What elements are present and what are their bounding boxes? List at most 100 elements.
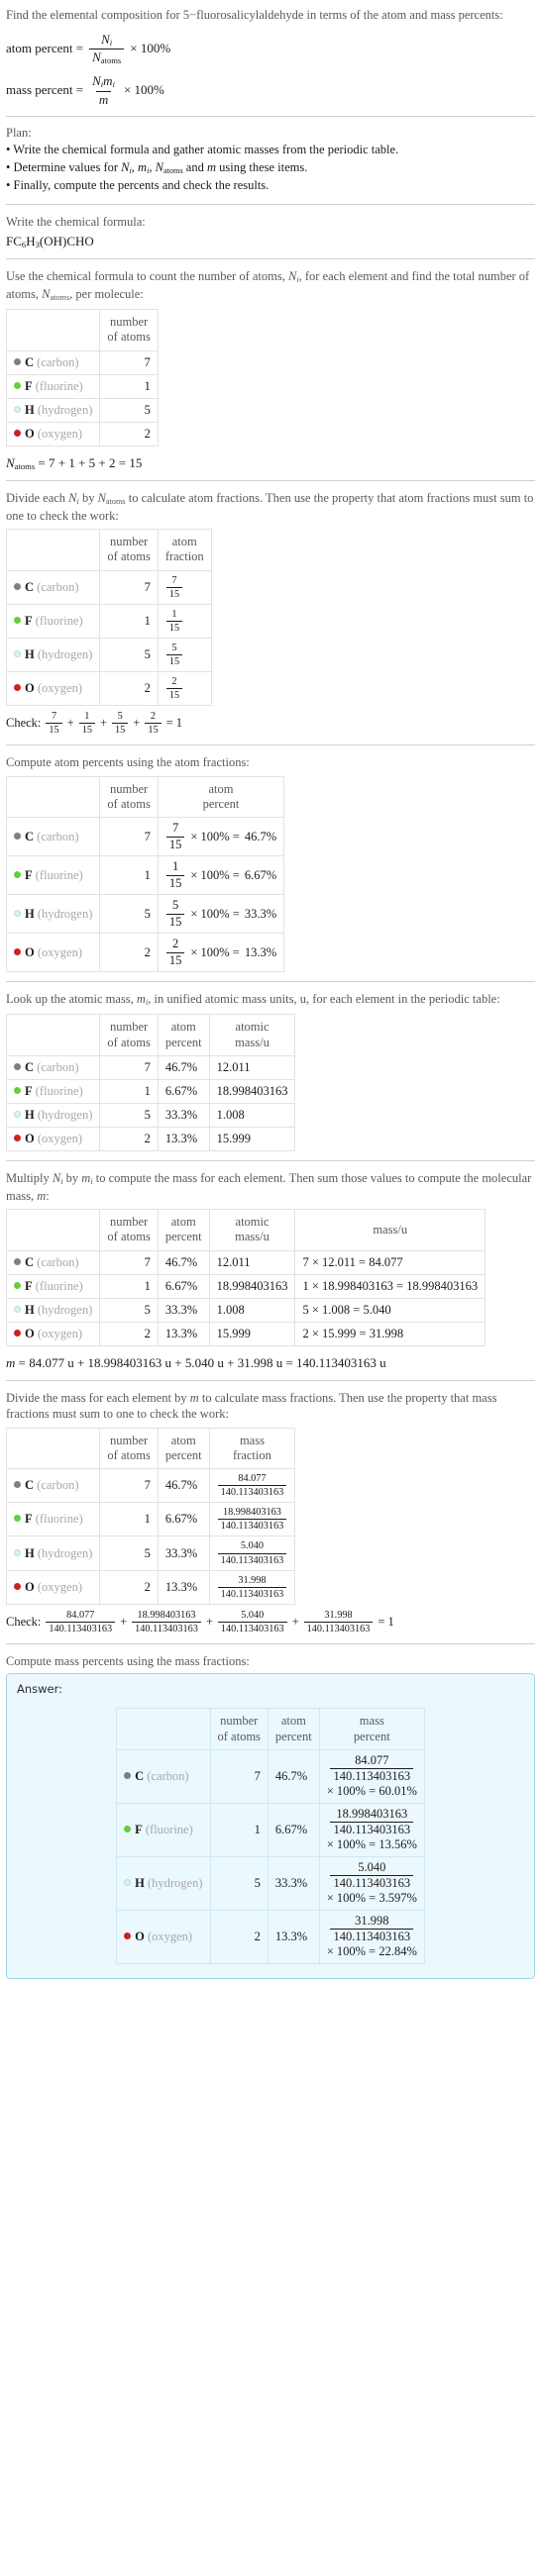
element-color-dot-icon bbox=[14, 381, 21, 389]
check-den: 15 bbox=[46, 723, 62, 736]
mass-fraction-C: 84.077 140.113403163 bbox=[208, 1468, 296, 1504]
element-color-dot-icon bbox=[14, 405, 21, 413]
element-name: (carbon) bbox=[37, 829, 79, 843]
element-symbol: O bbox=[25, 681, 35, 696]
mass-expression-F: 1 × 18.998403163 = 18.998403163 bbox=[294, 1273, 487, 1299]
atom-fraction-C: 7 15 bbox=[157, 569, 212, 605]
mass-expression-O: 2 × 15.999 = 31.998 bbox=[294, 1321, 487, 1346]
row-element-H: H (hydrogen) bbox=[5, 1102, 101, 1128]
atom-count-C: 7 bbox=[99, 569, 159, 605]
atomic-mass-H: 1.008 bbox=[208, 1297, 296, 1323]
table-row: H (hydrogen) 5 5 15 × 100% = 33.3% bbox=[5, 894, 285, 935]
element-symbol: C bbox=[135, 1768, 145, 1783]
atom-percent-calc-H: 5 15 × 100% = 33.3% bbox=[157, 894, 285, 935]
element-name: (fluorine) bbox=[35, 1512, 83, 1527]
row-element-H: H (hydrogen) bbox=[5, 894, 101, 935]
row-element-H: H (hydrogen) bbox=[5, 397, 101, 423]
mi-symbol: m bbox=[103, 73, 113, 89]
fraction-denominator: 140.113403163 bbox=[330, 1822, 414, 1837]
element-name: (oxygen) bbox=[37, 1579, 82, 1594]
atom-percent-prompt: Compute atom percents using the atom fra… bbox=[6, 755, 250, 770]
atom-fraction-F: 1 15 bbox=[157, 603, 212, 639]
table-row: F (fluorine) 1 6.67% 18.998403163 1 × 18… bbox=[5, 1273, 487, 1299]
element-color-dot-icon bbox=[124, 1825, 132, 1833]
col-element bbox=[5, 1427, 101, 1470]
fraction-denominator: 140.113403163 bbox=[217, 1586, 287, 1600]
atom-percent-F: 6.67% bbox=[157, 1078, 210, 1104]
mass-percent-calc-H: 5.040 140.113403163 × 100% = 3.597% bbox=[318, 1855, 425, 1911]
times-100: × 100% = bbox=[190, 829, 240, 843]
atom-percent-value: 33.3% bbox=[244, 906, 277, 921]
element-symbol: C bbox=[25, 1478, 35, 1493]
check-num: 2 bbox=[150, 711, 157, 723]
divider bbox=[6, 1642, 535, 1644]
mass-percent-calc-F: 18.998403163 140.113403163 × 100% = 13.56% bbox=[318, 1802, 425, 1857]
mass-percent-fraction: Nimi m bbox=[89, 74, 118, 106]
element-color-dot-icon bbox=[124, 1771, 132, 1779]
times-100: × 100% = bbox=[326, 1783, 377, 1798]
check-num: 1 bbox=[84, 711, 90, 723]
check-den: 15 bbox=[112, 723, 129, 736]
fraction-numerator: 84.077 bbox=[238, 1473, 267, 1485]
plan-label: Plan: bbox=[6, 125, 32, 140]
col-atomic-mass: atomic mass/u bbox=[208, 1014, 296, 1056]
fraction-numerator: 84.077 bbox=[355, 1752, 389, 1767]
row-element-C: C (carbon) bbox=[5, 349, 101, 375]
atom-count-table: number of atoms C (carbon) 7 F (fluorine)… bbox=[5, 309, 159, 446]
divider bbox=[6, 203, 535, 205]
fraction-denominator: 140.113403163 bbox=[217, 1552, 287, 1566]
solution-page: Find the elemental composition for 5−flu… bbox=[0, 7, 541, 1989]
row-element-F: F (fluorine) bbox=[5, 855, 101, 896]
element-name: (oxygen) bbox=[37, 944, 82, 959]
fraction-denominator: 140.113403163 bbox=[217, 1519, 287, 1532]
check-den: 140.113403163 bbox=[46, 1621, 116, 1635]
element-name: (hydrogen) bbox=[37, 402, 93, 417]
col-mass-percent: mass percent bbox=[318, 1708, 425, 1750]
answer-box: Answer: number of atoms atom percent mass p… bbox=[6, 1673, 535, 1979]
element-name: (fluorine) bbox=[35, 1278, 83, 1293]
natoms-subscript: atoms bbox=[14, 460, 36, 471]
atom-count-O: 2 bbox=[209, 1909, 269, 1964]
element-color-dot-icon bbox=[14, 870, 21, 878]
atom-count-O: 2 bbox=[99, 1321, 159, 1346]
table-row: F (fluorine) 1 6.67% 18.998403163 140.113… bbox=[5, 1502, 296, 1537]
times-100: × 100% = bbox=[326, 1836, 377, 1851]
divider bbox=[6, 479, 535, 481]
table-header-row: number of atoms atom percent atomic mass/u … bbox=[5, 1209, 487, 1251]
atomic-mass-C: 12.011 bbox=[208, 1249, 296, 1275]
element-name: (fluorine) bbox=[35, 378, 83, 393]
element-name: (oxygen) bbox=[37, 426, 82, 441]
table-row: O (oxygen) 2 2 15 bbox=[5, 671, 212, 707]
check-den: 140.113403163 bbox=[303, 1621, 374, 1635]
divider bbox=[6, 1159, 535, 1161]
natoms-expression: = 7 + 1 + 5 + 2 = 15 bbox=[38, 454, 143, 470]
element-color-dot-icon bbox=[124, 1932, 132, 1939]
element-name: (hydrogen) bbox=[37, 906, 93, 921]
row-element-C: C (carbon) bbox=[5, 1054, 101, 1080]
col-atom-percent: atom percent bbox=[157, 1209, 210, 1251]
element-symbol: F bbox=[25, 1278, 33, 1293]
atom-percent-F: 6.67% bbox=[157, 1502, 210, 1537]
element-name: (fluorine) bbox=[35, 613, 83, 628]
element-symbol: H bbox=[25, 906, 35, 921]
atom-count-F: 1 bbox=[99, 373, 159, 399]
check-den: 15 bbox=[78, 723, 95, 736]
element-symbol: F bbox=[25, 1083, 33, 1098]
element-symbol: C bbox=[25, 354, 35, 369]
col-mass-fraction: mass fraction bbox=[208, 1427, 296, 1470]
check-den: 15 bbox=[145, 723, 162, 736]
col-atom-percent: atom percent bbox=[267, 1708, 320, 1750]
element-color-dot-icon bbox=[14, 1305, 21, 1313]
row-element-F: F (fluorine) bbox=[5, 1273, 101, 1299]
mass-percent-value: 13.56% bbox=[379, 1836, 417, 1851]
fraction-denominator: 15 bbox=[165, 688, 183, 701]
fraction-denominator: 140.113403163 bbox=[217, 1485, 287, 1498]
atom-percent-calc-O: 2 15 × 100% = 13.3% bbox=[157, 933, 285, 973]
atom-percent-O: 13.3% bbox=[267, 1909, 320, 1964]
check-result: = 1 bbox=[165, 716, 183, 731]
mass-percent-table: number of atoms atom percent mass percent C… bbox=[116, 1708, 425, 1964]
element-symbol: O bbox=[135, 1929, 145, 1943]
element-name: (hydrogen) bbox=[147, 1875, 203, 1890]
atom-count-F: 1 bbox=[99, 603, 159, 639]
fraction-denominator: 15 bbox=[165, 836, 185, 852]
